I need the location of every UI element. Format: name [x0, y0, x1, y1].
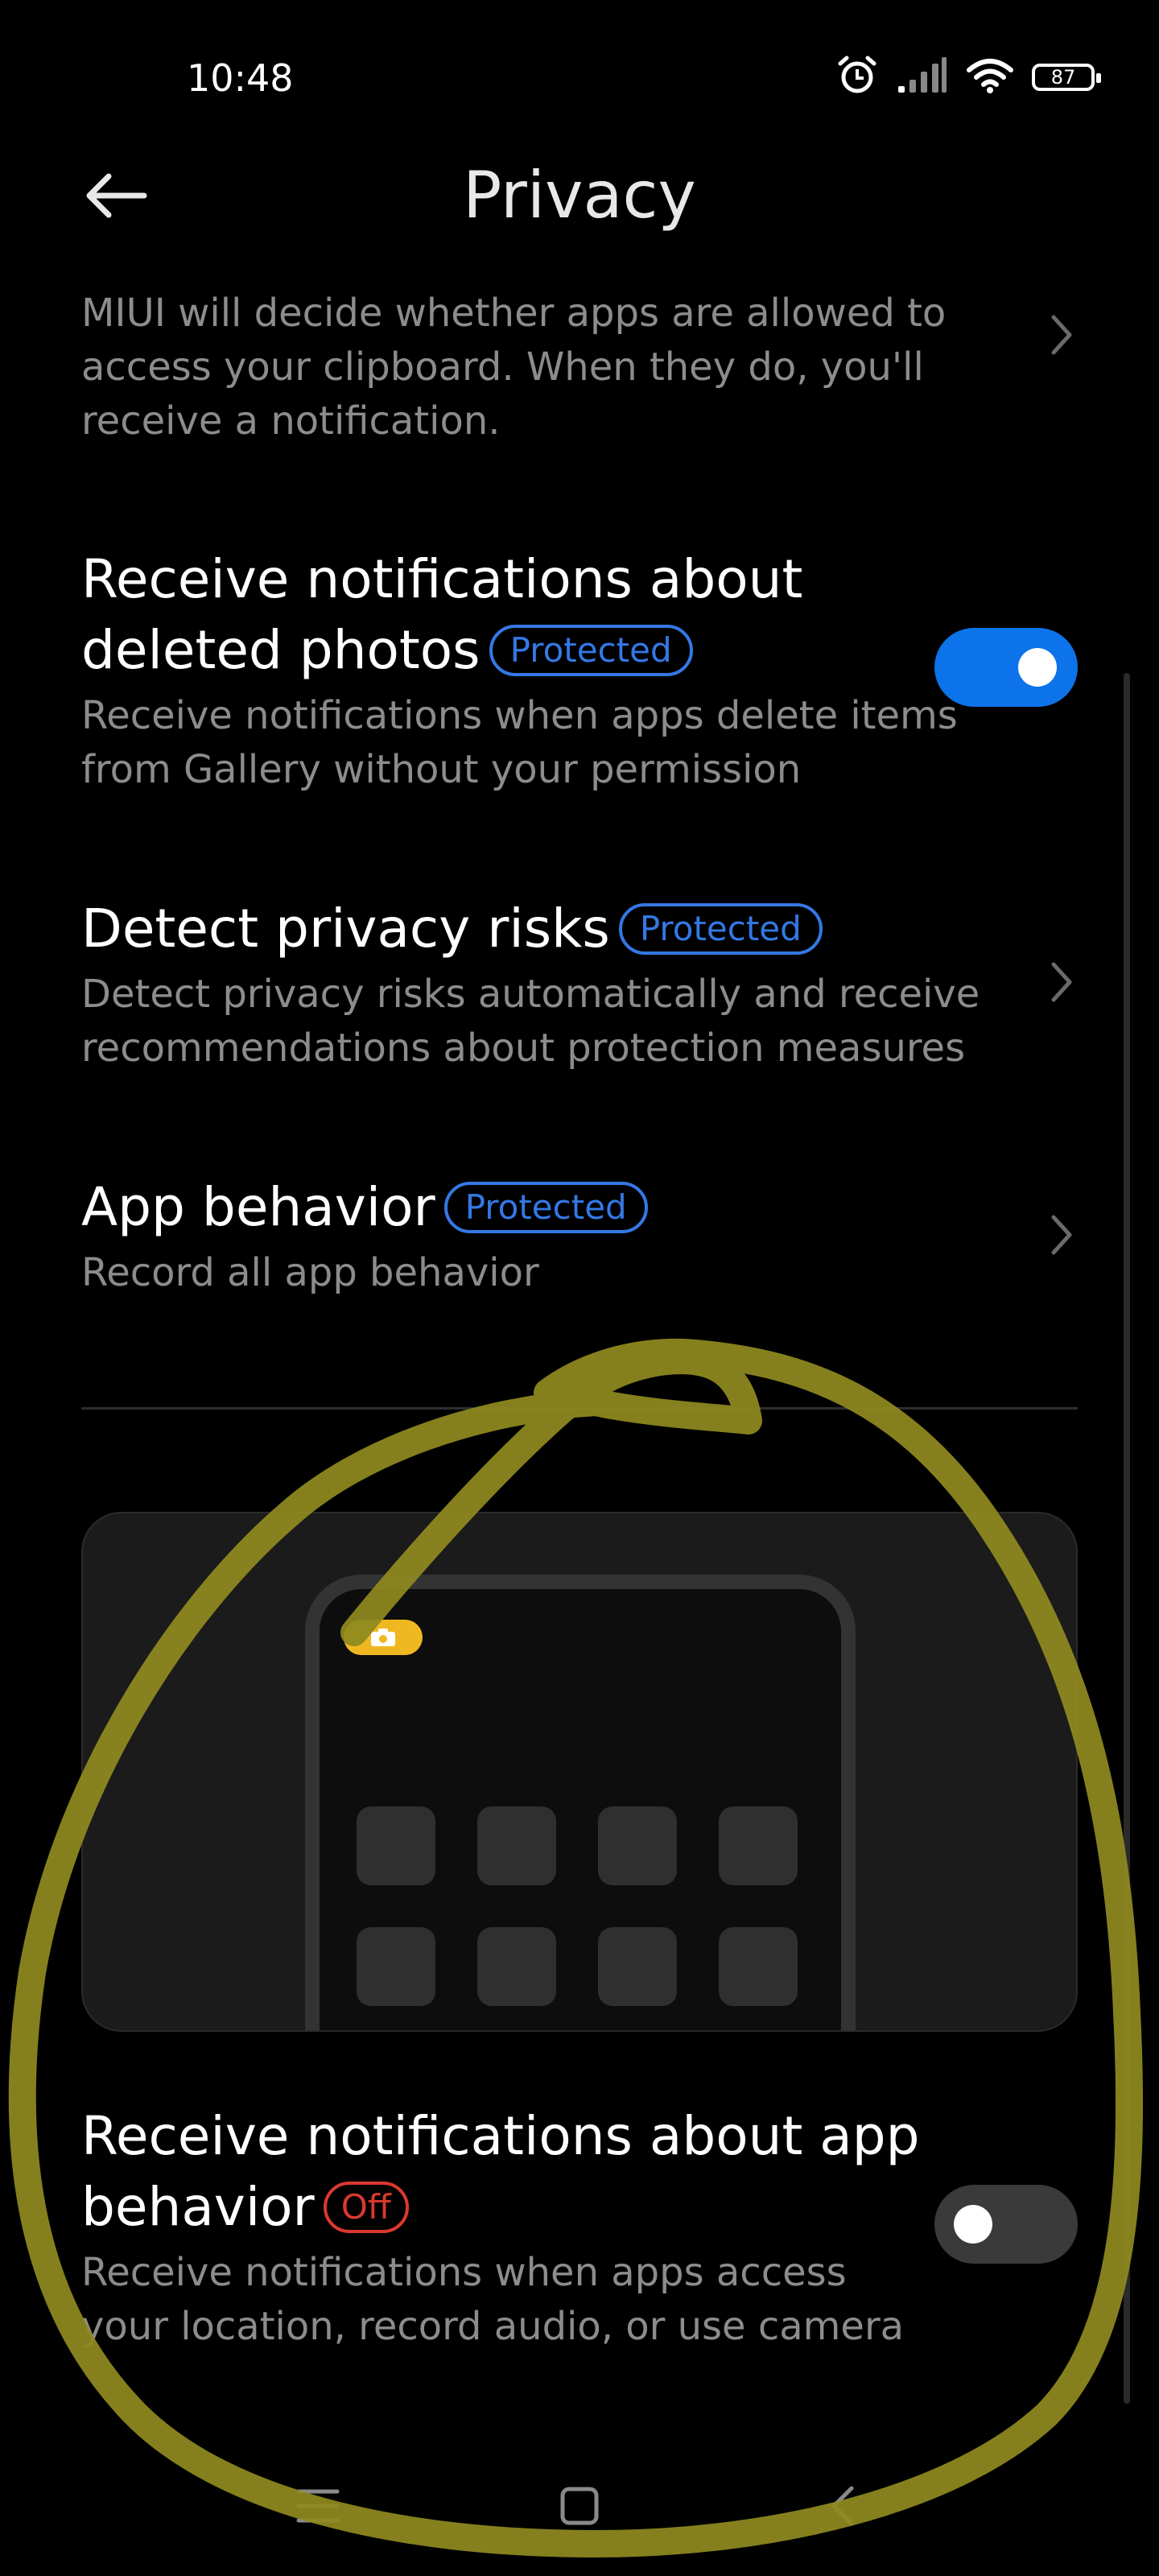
chevron-right-icon — [1046, 1211, 1078, 1259]
menu-button[interactable] — [290, 2479, 346, 2536]
app-tile — [357, 1806, 435, 1885]
app-tile — [719, 1806, 798, 1885]
home-button[interactable] — [551, 2479, 608, 2536]
scrollbar[interactable] — [1124, 673, 1130, 2404]
app-behavior-item[interactable]: App behavior Protected Record all app be… — [81, 1172, 1078, 1300]
app-behavior-illustration — [81, 1512, 1078, 2032]
app-behavior-description: Record all app behavior — [81, 1250, 539, 1295]
alarm-icon — [835, 54, 879, 101]
app-behavior-notifications-title: Receive notifications about app behavior — [81, 2105, 920, 2238]
privacy-risks-description: Detect privacy risks automatically and r… — [81, 972, 980, 1071]
protected-badge: Protected — [443, 1182, 648, 1233]
chevron-right-icon — [1046, 958, 1078, 1006]
battery-level: 87 — [1050, 66, 1076, 89]
nav-back-button[interactable] — [815, 2479, 871, 2536]
privacy-risks-title: Detect privacy risks — [81, 898, 610, 960]
protected-badge: Protected — [618, 903, 823, 955]
deleted-photos-item[interactable]: Receive notifications about deleted phot… — [81, 544, 1078, 797]
app-behavior-notifications-toggle[interactable] — [934, 2185, 1078, 2264]
app-tile — [598, 1927, 677, 2006]
privacy-risks-item[interactable]: Detect privacy risks Protected Detect pr… — [81, 894, 1078, 1075]
app-tile — [598, 1806, 677, 1885]
toggle-knob — [1018, 648, 1057, 687]
app-tile — [357, 1927, 435, 2006]
signal-icon — [897, 57, 948, 97]
app-behavior-notifications-description: Receive notifications when apps access y… — [81, 2250, 905, 2349]
deleted-photos-title: Receive notifications about deleted phot… — [81, 548, 803, 681]
app-tile — [477, 1927, 556, 2006]
deleted-photos-description: Receive notifications when apps delete i… — [81, 693, 958, 792]
home-icon — [559, 2486, 600, 2529]
app-tile — [477, 1806, 556, 1885]
privacy-screen: 10:48 87 Privacy MIUI will decide whethe… — [0, 0, 1159, 2576]
menu-icon — [295, 2487, 340, 2528]
wifi-icon — [966, 57, 1014, 97]
deleted-photos-toggle[interactable] — [934, 628, 1078, 707]
section-divider — [81, 1407, 1078, 1410]
phone-illustration — [305, 1575, 856, 2030]
status-time: 10:48 — [187, 56, 294, 100]
chevron-right-icon — [1046, 311, 1078, 359]
protected-badge: Protected — [489, 625, 693, 676]
back-icon — [829, 2485, 856, 2530]
page-title: Privacy — [463, 158, 696, 233]
battery-icon: 87 — [1032, 64, 1101, 91]
toggle-knob — [954, 2205, 992, 2244]
off-badge: Off — [323, 2182, 409, 2233]
app-behavior-title: App behavior — [81, 1176, 435, 1238]
app-behavior-notifications-item[interactable]: Receive notifications about app behavior… — [81, 2101, 1078, 2354]
clipboard-item[interactable]: MIUI will decide whether apps are allowe… — [81, 287, 1078, 448]
camera-indicator-icon — [344, 1620, 423, 1655]
clipboard-description: MIUI will decide whether apps are allowe… — [81, 291, 947, 444]
status-icons: 87 — [835, 53, 1101, 101]
app-tile — [719, 1927, 798, 2006]
app-icon-grid — [357, 1806, 798, 2006]
